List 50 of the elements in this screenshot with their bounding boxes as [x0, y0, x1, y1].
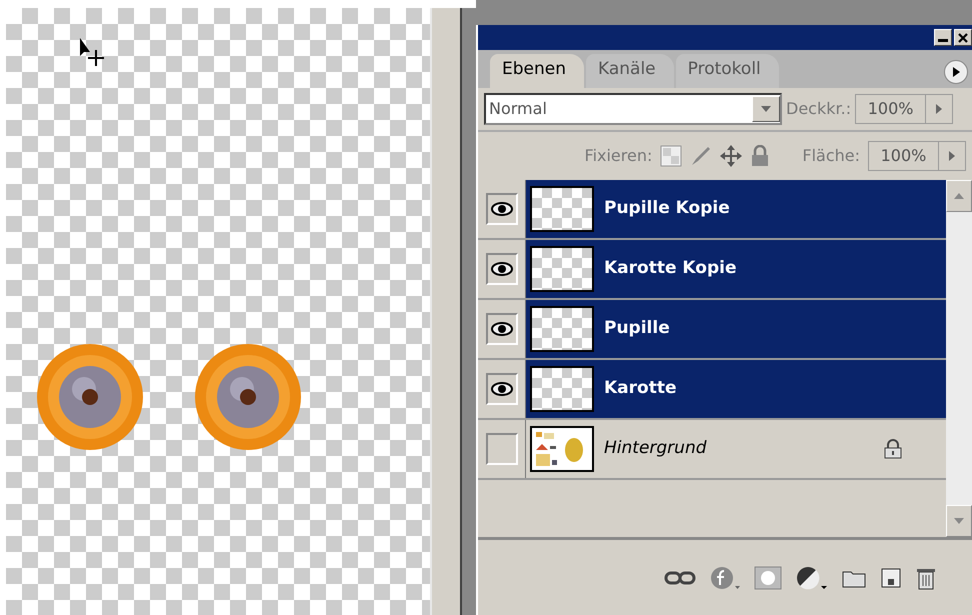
- visibility-toggle[interactable]: [486, 373, 518, 405]
- layer-row[interactable]: Karotte Kopie: [526, 240, 946, 298]
- panel-tab[interactable]: Protokoll: [676, 54, 779, 88]
- new-layer-icon[interactable]: [880, 566, 902, 588]
- visibility-toggle[interactable]: [486, 433, 518, 465]
- eye-icon: [490, 202, 512, 216]
- panel-menu-button[interactable]: [944, 60, 968, 84]
- layer-thumbnail: [530, 246, 594, 292]
- menu-arrow-icon: [952, 67, 960, 77]
- link-icon[interactable]: [664, 568, 696, 586]
- scroll-down-button[interactable]: [946, 505, 972, 537]
- fill-label: Fläche:: [802, 145, 860, 167]
- arrow-right-icon: [936, 104, 942, 114]
- panel-tab[interactable]: Kanäle: [586, 54, 674, 88]
- panel-tab[interactable]: Ebenen: [490, 54, 584, 88]
- scrollbar[interactable]: [946, 180, 972, 480]
- mask-icon: [754, 566, 782, 590]
- minimize-icon: [938, 39, 948, 42]
- lock-icon[interactable]: [750, 145, 770, 167]
- lock-label: Fixieren:: [584, 145, 652, 167]
- move-icon[interactable]: [720, 145, 742, 167]
- eye-icon: [490, 262, 512, 276]
- blend-mode-dropdown[interactable]: Normal: [484, 93, 782, 125]
- visibility-toggle[interactable]: [486, 313, 518, 345]
- layer-mask-button[interactable]: [754, 566, 782, 590]
- arrow-down-icon: [954, 518, 964, 524]
- arrow-up-icon: [954, 193, 964, 199]
- layer-thumbnail: [530, 366, 594, 412]
- dropdown-caret-icon: [761, 106, 771, 112]
- minimize-button[interactable]: [934, 29, 952, 46]
- layer-row[interactable]: Karotte: [526, 360, 946, 418]
- eye-icon: [490, 382, 512, 396]
- layer-thumbnail: [530, 306, 594, 352]
- layer-thumbnail: [530, 186, 594, 232]
- half-circle-icon: [796, 566, 828, 590]
- visibility-toggle[interactable]: [486, 253, 518, 285]
- eye-icon: [490, 322, 512, 336]
- fx-icon: [710, 566, 740, 590]
- layer-style-button[interactable]: [710, 566, 740, 590]
- adjustment-layer-button[interactable]: [796, 566, 828, 590]
- layer-row[interactable]: Pupille Kopie: [526, 180, 946, 238]
- visibility-toggle[interactable]: [486, 193, 518, 225]
- canvas-scrollbar[interactable]: [430, 8, 462, 615]
- close-icon: [958, 32, 968, 42]
- scroll-up-button[interactable]: [946, 180, 972, 212]
- close-button[interactable]: [954, 29, 972, 46]
- opacity-label: Deckkr.:: [786, 98, 852, 120]
- arrow-right-icon: [949, 151, 955, 161]
- layer-row[interactable]: Pupille: [526, 300, 946, 358]
- move-cursor-icon: [80, 38, 105, 67]
